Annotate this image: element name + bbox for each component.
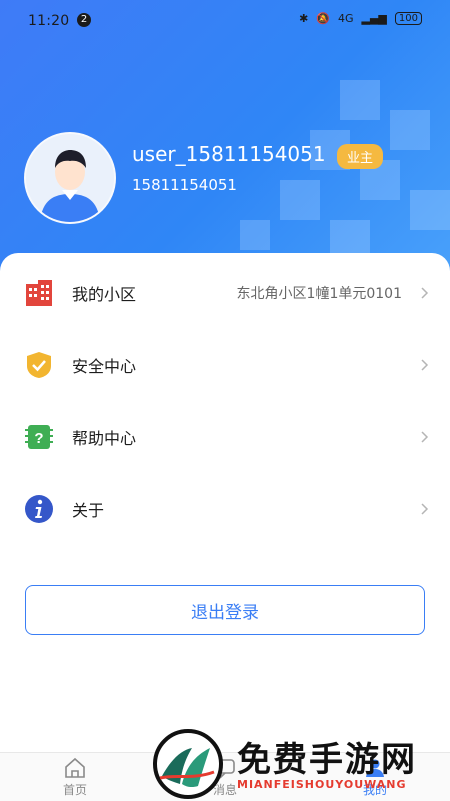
- chevron-right-icon: [421, 287, 429, 299]
- tab-label: 首页: [62, 783, 87, 797]
- bluetooth-icon: ✱: [299, 12, 309, 25]
- home-icon: [65, 757, 85, 778]
- owner-badge: 业主: [337, 144, 384, 169]
- avatar-person-icon: [26, 134, 114, 222]
- menu-item-label: 我的小区: [72, 285, 137, 304]
- notification-count-badge: 2: [77, 13, 91, 27]
- menu-item-label: 帮助中心: [72, 429, 137, 448]
- chevron-right-icon: [421, 359, 429, 371]
- chevron-right-icon: [421, 503, 429, 515]
- chevron-right-icon: [421, 431, 429, 443]
- battery-icon: 100: [394, 12, 422, 25]
- status-icons: ✱ 🔕 4G ▂▄▆ 100: [299, 12, 422, 25]
- info-icon: [25, 495, 53, 523]
- menu-item-my-community[interactable]: 我的小区 东北角小区1幢1单元0101: [0, 265, 450, 321]
- status-time: 11:20: [28, 13, 70, 29]
- logout-button[interactable]: 退出登录: [25, 585, 425, 635]
- tab-home[interactable]: 首页: [35, 757, 115, 798]
- shield-check-icon: [27, 352, 51, 378]
- menu-item-label: 关于: [72, 501, 105, 520]
- svg-text:?: ?: [34, 430, 43, 447]
- menu-item-security-center[interactable]: 安全中心: [0, 337, 450, 393]
- menu-item-help-center[interactable]: ? 帮助中心: [0, 409, 450, 465]
- watermark-title: 免费手游网: [237, 740, 417, 780]
- building-icon: [26, 280, 52, 306]
- status-bar: 11:20 2 ✱ 🔕 4G ▂▄▆ 100: [0, 0, 450, 40]
- menu-item-label: 安全中心: [72, 357, 137, 376]
- watermark-logo-icon: [153, 729, 223, 799]
- mute-icon: 🔕: [316, 12, 330, 25]
- menu-card: 我的小区 东北角小区1幢1单元0101 安全中心 ? 帮助中心 关于: [0, 253, 450, 800]
- network-label: 4G: [337, 12, 354, 25]
- watermark-subtitle: MIANFEISHOUYOUWANG: [237, 778, 407, 791]
- avatar[interactable]: [24, 132, 116, 224]
- menu-item-about[interactable]: 关于: [0, 481, 450, 537]
- site-watermark: 免费手游网 MIANFEISHOUYOUWANG: [152, 728, 450, 800]
- username: user_15811154051: [132, 142, 326, 166]
- signal-icon: ▂▄▆: [361, 12, 387, 25]
- help-icon: ?: [25, 425, 53, 449]
- phone-number: 15811154051: [132, 176, 237, 194]
- community-address: 东北角小区1幢1单元0101: [236, 286, 402, 302]
